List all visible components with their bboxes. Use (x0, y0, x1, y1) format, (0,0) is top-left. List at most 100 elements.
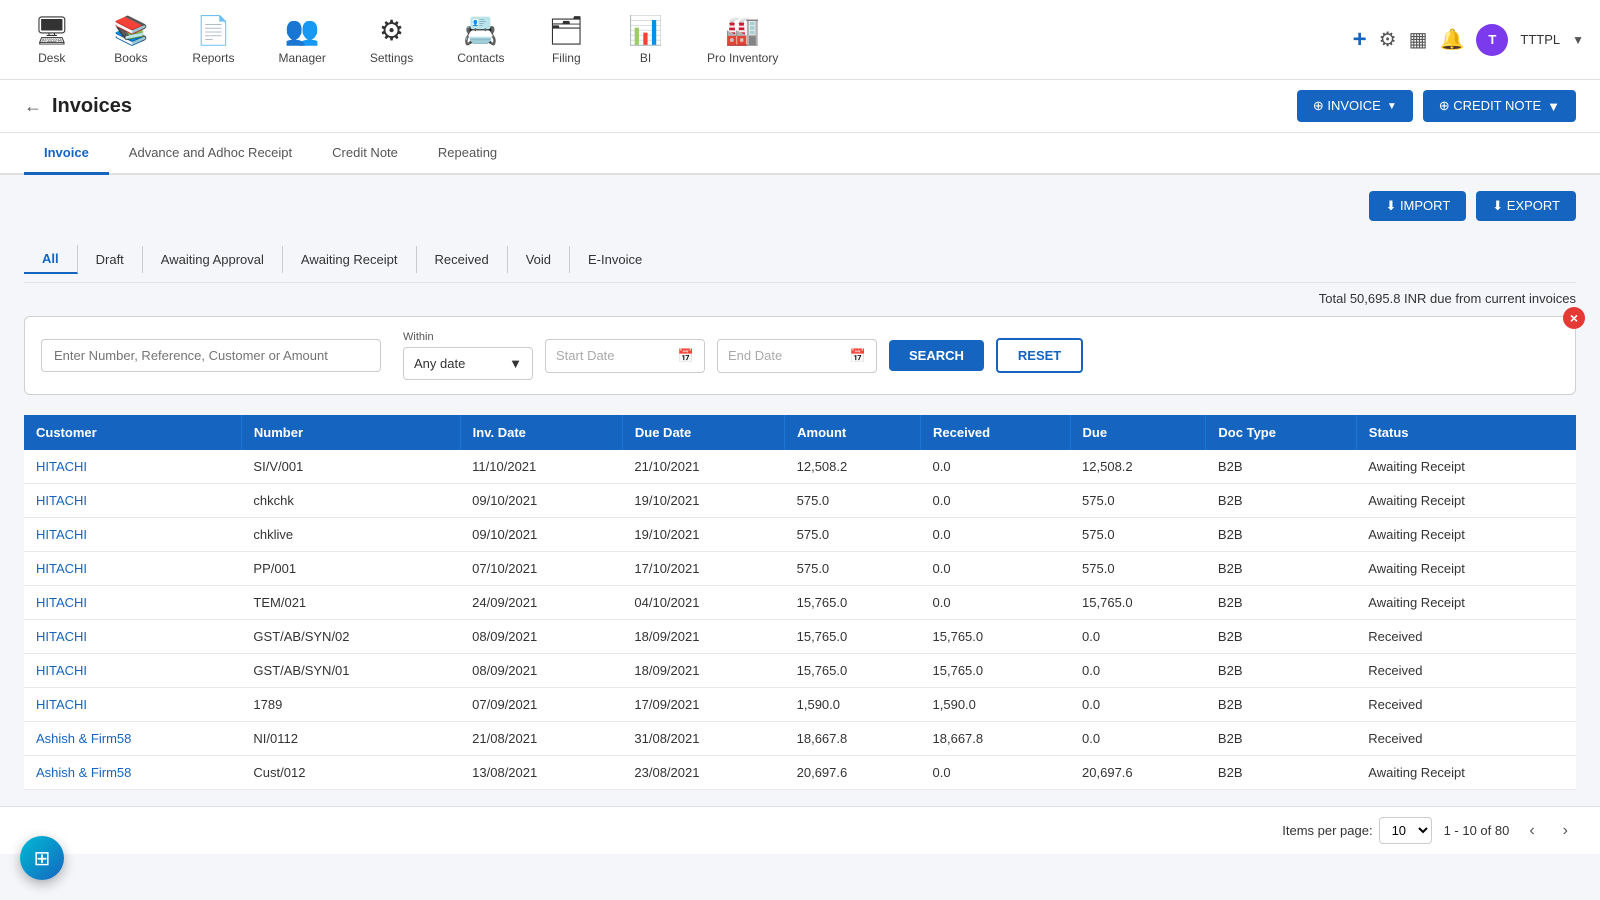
status-tab-awaiting-receipt[interactable]: Awaiting Receipt (283, 246, 417, 273)
col-due: Due (1070, 415, 1206, 450)
settings-icon: ⚙ (379, 14, 404, 47)
settings-gear-button[interactable]: ⚙ (1379, 27, 1397, 52)
due-date-cell: 17/09/2021 (622, 688, 784, 722)
books-icon: 📚 (114, 14, 149, 47)
due-date-cell: 19/10/2021 (622, 484, 784, 518)
number-cell: SI/V/001 (241, 450, 460, 484)
grid-icon: ⊞ (34, 846, 51, 871)
table-row: HITACHI 1789 07/09/2021 17/09/2021 1,590… (24, 688, 1576, 722)
nav-item-reports[interactable]: 📄 Reports (174, 6, 252, 73)
due-date-cell: 18/09/2021 (622, 654, 784, 688)
nav-label-books: Books (114, 51, 147, 65)
table-row: Ashish & Firm58 Cust/012 13/08/2021 23/0… (24, 756, 1576, 790)
tabs-bar: Invoice Advance and Adhoc Receipt Credit… (0, 133, 1600, 175)
customer-link[interactable]: HITACHI (36, 561, 87, 576)
notification-button[interactable]: 🔔 (1439, 27, 1464, 52)
amount-cell: 15,765.0 (785, 620, 921, 654)
prev-page-button[interactable]: ‹ (1521, 818, 1542, 844)
status-tab-received[interactable]: Received (417, 246, 508, 273)
add-button[interactable]: + (1353, 26, 1367, 54)
status-tab-draft[interactable]: Draft (78, 246, 143, 273)
manager-icon: 👥 (285, 14, 320, 47)
reset-button[interactable]: RESET (996, 338, 1083, 373)
customer-link[interactable]: Ashish & Firm58 (36, 731, 131, 746)
customer-link[interactable]: HITACHI (36, 629, 87, 644)
nav-item-manager[interactable]: 👥 Manager (260, 6, 343, 73)
close-button[interactable]: × (1563, 307, 1585, 329)
add-invoice-button[interactable]: ⊕ INVOICE ▼ (1297, 90, 1413, 122)
tab-invoice[interactable]: Invoice (24, 133, 109, 175)
items-per-page-select[interactable]: 10 25 50 (1379, 817, 1432, 844)
col-due-date: Due Date (622, 415, 784, 450)
amount-cell: 15,765.0 (785, 586, 921, 620)
company-dropdown-chevron[interactable]: ▼ (1572, 33, 1584, 47)
nav-item-books[interactable]: 📚 Books (96, 6, 167, 73)
status-cell: Awaiting Receipt (1356, 484, 1576, 518)
due-date-cell: 17/10/2021 (622, 552, 784, 586)
table-header: Customer Number Inv. Date Due Date Amoun… (24, 415, 1576, 450)
due-cell: 12,508.2 (1070, 450, 1206, 484)
customer-link[interactable]: HITACHI (36, 595, 87, 610)
table-row: HITACHI GST/AB/SYN/02 08/09/2021 18/09/2… (24, 620, 1576, 654)
tab-advance[interactable]: Advance and Adhoc Receipt (109, 133, 312, 175)
inv-date-cell: 08/09/2021 (460, 654, 622, 688)
export-button[interactable]: ⬇ EXPORT (1476, 191, 1576, 221)
credit-dropdown-arrow: ▼ (1547, 99, 1560, 114)
date-filter-dropdown[interactable]: Any date ▼ (403, 347, 533, 380)
tab-repeating[interactable]: Repeating (418, 133, 517, 175)
col-customer: Customer (24, 415, 241, 450)
doc-type-cell: B2B (1206, 620, 1356, 654)
nav-item-pro-inventory[interactable]: 🏭 Pro Inventory (689, 6, 796, 73)
next-page-button[interactable]: › (1555, 818, 1576, 844)
due-date-cell: 21/10/2021 (622, 450, 784, 484)
amount-cell: 15,765.0 (785, 654, 921, 688)
tab-credit[interactable]: Credit Note (312, 133, 418, 175)
customer-link[interactable]: HITACHI (36, 493, 87, 508)
search-input[interactable] (41, 339, 381, 372)
floating-action-button[interactable]: ⊞ (20, 836, 64, 880)
page-header-left: ← Invoices (24, 95, 132, 118)
inv-date-cell: 09/10/2021 (460, 518, 622, 552)
due-cell: 575.0 (1070, 552, 1206, 586)
status-tab-all[interactable]: All (24, 245, 78, 274)
number-cell: chkchk (241, 484, 460, 518)
content-area: ⬇ IMPORT ⬇ EXPORT All Draft Awaiting App… (0, 175, 1600, 806)
items-per-page-label: Items per page: (1282, 823, 1372, 838)
nav-item-settings[interactable]: ⚙ Settings (352, 6, 431, 73)
customer-link[interactable]: Ashish & Firm58 (36, 765, 131, 780)
nav-item-contacts[interactable]: 📇 Contacts (439, 6, 522, 73)
nav-item-desk[interactable]: 🖥 Desk (16, 6, 88, 73)
status-tab-awaiting-approval[interactable]: Awaiting Approval (143, 246, 283, 273)
grid-button[interactable]: ▦ (1409, 27, 1428, 52)
search-button[interactable]: SEARCH (889, 340, 984, 371)
reports-icon: 📄 (196, 14, 231, 47)
import-button[interactable]: ⬇ IMPORT (1369, 191, 1466, 221)
due-date-cell: 04/10/2021 (622, 586, 784, 620)
add-credit-note-button[interactable]: ⊕ CREDIT NOTE ▼ (1423, 90, 1576, 122)
customer-link[interactable]: HITACHI (36, 663, 87, 678)
status-tab-void[interactable]: Void (508, 246, 570, 273)
top-nav: 🖥 Desk 📚 Books 📄 Reports 👥 Manager ⚙ Set… (0, 0, 1600, 80)
page-info: 1 - 10 of 80 (1444, 823, 1510, 838)
nav-item-bi[interactable]: 📊 BI (610, 6, 681, 73)
start-date-input[interactable]: Start Date 📅 (545, 339, 705, 373)
end-date-input[interactable]: End Date 📅 (717, 339, 877, 373)
nav-items: 🖥 Desk 📚 Books 📄 Reports 👥 Manager ⚙ Set… (16, 6, 1353, 73)
due-cell: 15,765.0 (1070, 586, 1206, 620)
company-name: TTTPL (1520, 32, 1560, 47)
page-header: ← Invoices ⊕ INVOICE ▼ ⊕ CREDIT NOTE ▼ (0, 80, 1600, 133)
status-tab-e-invoice[interactable]: E-Invoice (570, 246, 660, 273)
back-button[interactable]: ← (24, 96, 42, 117)
table-body: HITACHI SI/V/001 11/10/2021 21/10/2021 1… (24, 450, 1576, 790)
customer-link[interactable]: HITACHI (36, 527, 87, 542)
customer-link[interactable]: HITACHI (36, 697, 87, 712)
invoices-table: Customer Number Inv. Date Due Date Amoun… (24, 415, 1576, 790)
inv-date-cell: 24/09/2021 (460, 586, 622, 620)
due-cell: 0.0 (1070, 620, 1206, 654)
col-inv-date: Inv. Date (460, 415, 622, 450)
user-avatar[interactable]: T (1476, 24, 1508, 56)
number-cell: NI/0112 (241, 722, 460, 756)
customer-link[interactable]: HITACHI (36, 459, 87, 474)
page-title: Invoices (52, 95, 132, 118)
nav-item-filing[interactable]: 🗂 Filing (531, 6, 603, 73)
